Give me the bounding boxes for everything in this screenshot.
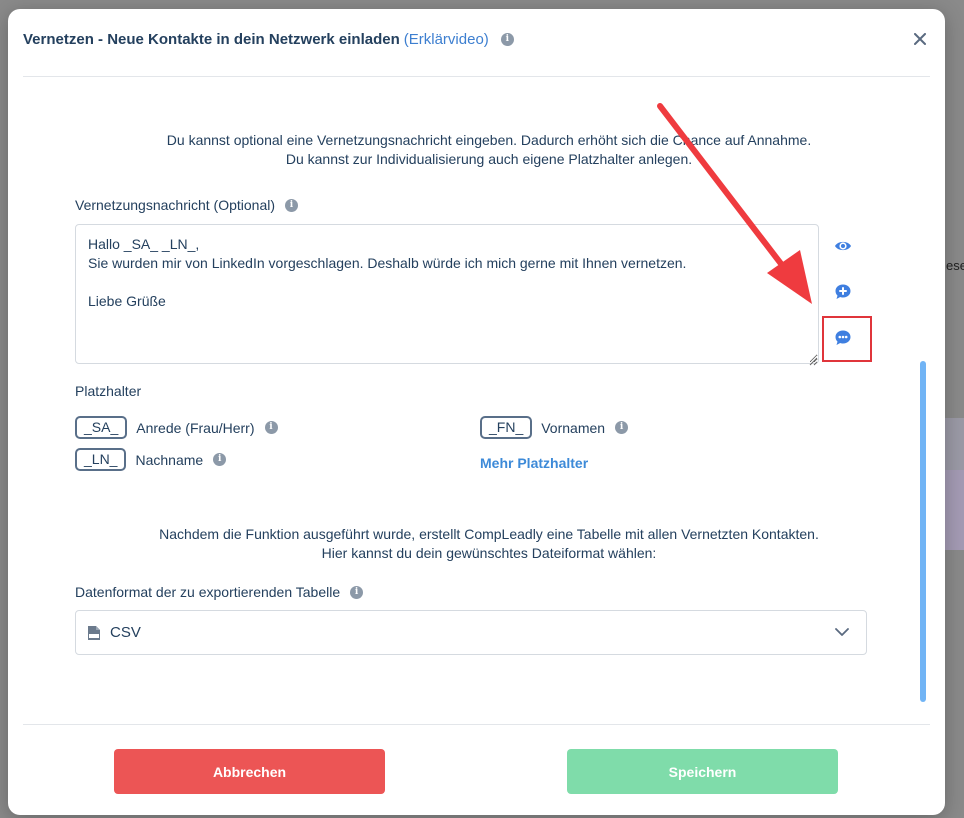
intro-text: Du kannst optional eine Vernetzungsnachr…: [75, 131, 903, 169]
info-icon[interactable]: i: [500, 33, 514, 46]
info-icon[interactable]: i: [350, 585, 364, 599]
info-icon[interactable]: i: [615, 421, 629, 434]
resize-grip-icon: [809, 357, 818, 366]
save-button[interactable]: Speichern: [567, 749, 838, 794]
footer-divider: [23, 724, 930, 725]
info-icon[interactable]: i: [213, 453, 227, 466]
placeholder-desc: Anrede (Frau/Herr): [136, 419, 255, 436]
plus-bubble-icon: [835, 284, 851, 299]
explainer-video-link[interactable]: (Erklärvideo): [404, 31, 489, 48]
intro-line: Du kannst optional eine Vernetzungsnachr…: [166, 132, 812, 148]
placeholder-chip[interactable]: _LN_: [75, 448, 127, 471]
placeholder-chip[interactable]: _SA_: [75, 416, 128, 439]
placeholder-item: _FN_ Vornamen i: [480, 416, 629, 439]
background-panel: [944, 470, 964, 550]
placeholder-item: _SA_ Anrede (Frau/Herr) i: [75, 416, 278, 439]
info-icon[interactable]: i: [285, 198, 298, 212]
add-placeholder-button[interactable]: [832, 281, 854, 303]
modal-title: Vernetzen - Neue Kontakte in dein Netzwe…: [23, 31, 514, 48]
placeholder-chip[interactable]: _FN_: [480, 416, 533, 439]
close-button[interactable]: [910, 29, 930, 49]
modal-header: Vernetzen - Neue Kontakte in dein Netzwe…: [23, 9, 930, 77]
modal-title-text: Vernetzen - Neue Kontakte in dein Netzwe…: [23, 31, 400, 48]
export-line: Nachdem die Funktion ausgeführt wurde, e…: [159, 526, 819, 542]
csv-file-icon: [88, 625, 100, 640]
background-text: ese: [946, 258, 964, 273]
eye-icon: [835, 241, 851, 251]
message-label-text: Vernetzungsnachricht (Optional): [75, 197, 275, 213]
more-placeholders-link[interactable]: Mehr Platzhalter: [480, 455, 588, 471]
info-icon[interactable]: i: [264, 421, 278, 434]
format-value: CSV: [110, 624, 141, 641]
scrollbar[interactable]: [920, 361, 926, 702]
close-icon: [914, 33, 926, 45]
message-textarea[interactable]: Hallo _SA_ _LN_, Sie wurden mir von Link…: [75, 224, 819, 364]
placeholders-label: Platzhalter: [75, 383, 142, 399]
preview-button[interactable]: [832, 235, 854, 257]
format-label-text: Datenformat der zu exportierenden Tabell…: [75, 584, 341, 600]
message-label: Vernetzungsnachricht (Optional) i: [75, 197, 298, 213]
intro-line: Du kannst zur Individualisierung auch ei…: [285, 151, 693, 167]
placeholder-item: _LN_ Nachname i: [75, 448, 227, 471]
export-line: Hier kannst du dein gewünschtes Dateifor…: [321, 545, 657, 561]
placeholder-desc: Vornamen: [541, 419, 606, 436]
connect-modal: Vernetzen - Neue Kontakte in dein Netzwe…: [8, 9, 945, 815]
format-label: Datenformat der zu exportierenden Tabell…: [75, 584, 364, 600]
chevron-down-icon: [835, 628, 849, 636]
highlight-box: [822, 316, 872, 362]
export-text: Nachdem die Funktion ausgeführt wurde, e…: [75, 525, 903, 563]
placeholder-desc: Nachname: [135, 451, 204, 468]
format-select[interactable]: CSV: [75, 610, 867, 655]
resize-handle[interactable]: [808, 353, 818, 366]
cancel-button[interactable]: Abbrechen: [114, 749, 385, 794]
